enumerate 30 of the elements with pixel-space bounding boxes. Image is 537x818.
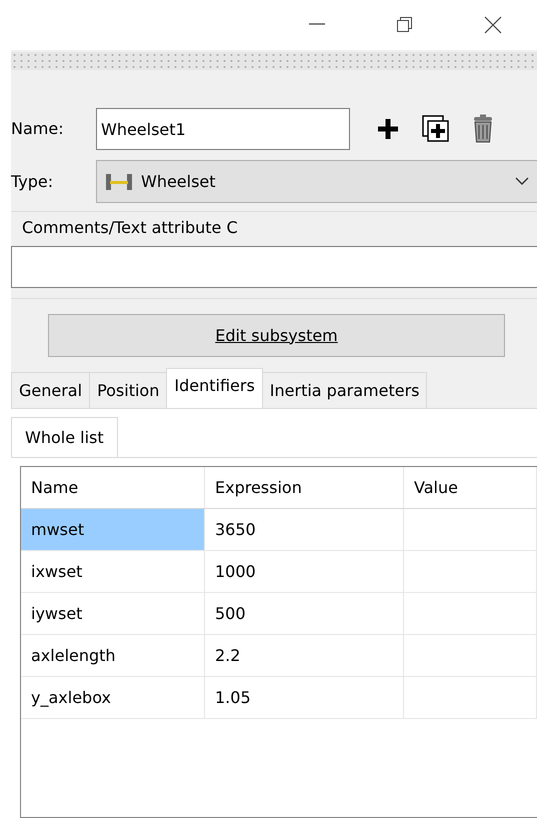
duplicate-button[interactable]	[422, 115, 450, 143]
table-cell: 1.05	[205, 677, 404, 719]
comments-field[interactable]	[11, 246, 537, 288]
tab[interactable]: Whole list	[11, 417, 118, 457]
table-cell: iywset	[21, 593, 205, 635]
table-cell: 500	[205, 593, 404, 635]
table-cell: mwset	[21, 509, 205, 551]
add-button[interactable]	[376, 117, 400, 141]
table-cell: 3650	[205, 509, 404, 551]
column-header[interactable]: Value	[404, 467, 537, 509]
chevron-icon	[515, 177, 529, 186]
table-cell: axlelength	[21, 635, 205, 677]
name-field[interactable]: Wheelset1	[96, 108, 350, 150]
toolbar-grip[interactable]	[11, 52, 537, 70]
tab[interactable]: Inertia parameters	[262, 372, 428, 408]
tab[interactable]: General	[11, 372, 90, 408]
table-cell: 2.2	[205, 635, 404, 677]
edit-subsystem-button[interactable]: Edit subsystem	[48, 314, 505, 357]
close-icon[interactable]	[484, 16, 502, 34]
table-cell: 1000	[205, 551, 404, 593]
field-label: Name:	[11, 118, 65, 140]
delete-button[interactable]	[472, 114, 494, 144]
wheelset-icon	[105, 172, 133, 190]
type-dropdown[interactable]: Wheelset	[96, 160, 537, 203]
column-header[interactable]: Expression	[205, 467, 404, 509]
restore-icon[interactable]	[396, 16, 414, 34]
field-label: Type:	[11, 170, 54, 192]
table-cell: y_axlebox	[21, 677, 205, 719]
table-cell: ixwset	[21, 551, 205, 593]
tab[interactable]: Identifiers	[166, 368, 263, 408]
